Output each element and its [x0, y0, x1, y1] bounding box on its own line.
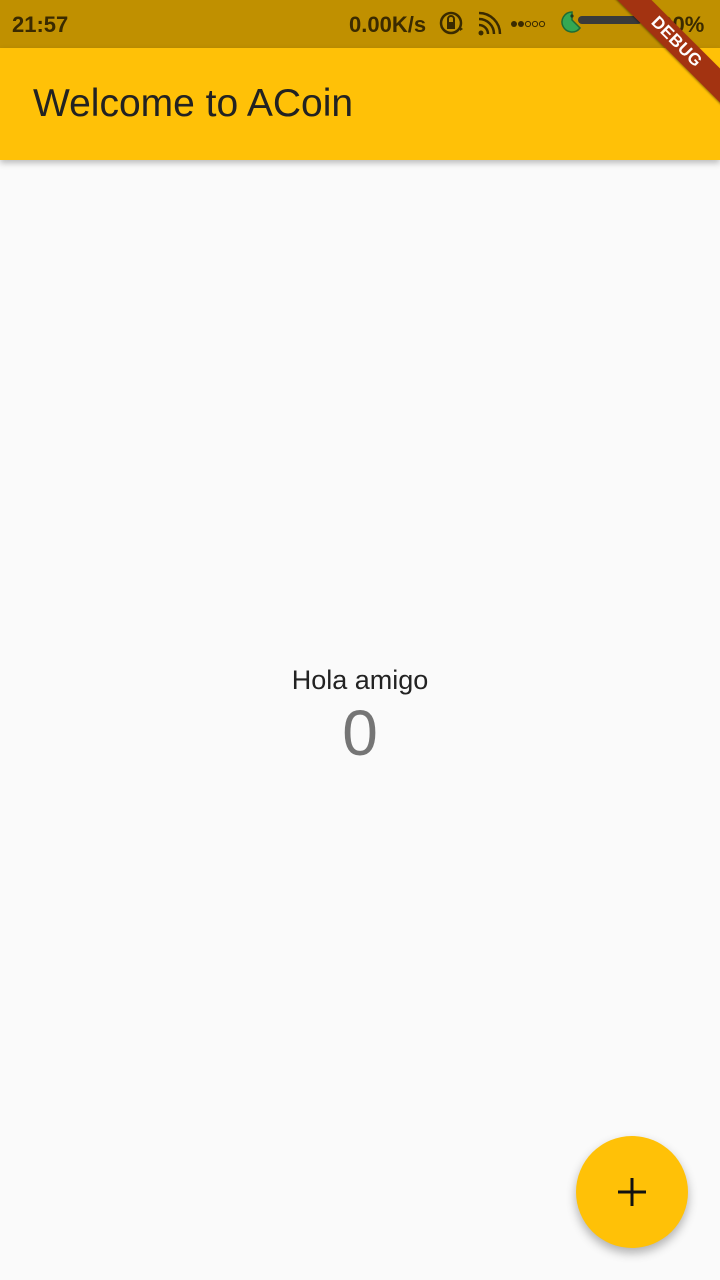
add-button[interactable] [576, 1136, 688, 1248]
network-speed: 0.00K/s [349, 12, 427, 37]
counter-value: 0 [342, 697, 378, 769]
greeting-text: Hola amigo [291, 665, 429, 695]
battery-icon [561, 11, 642, 33]
status-bar: 21:57 0.00K/s 100% [0, 0, 720, 48]
status-time: 21:57 [12, 12, 69, 37]
page-title: Welcome to ACoin [33, 82, 354, 125]
cast-icon [478, 11, 502, 36]
battery-percentage: 100% [648, 12, 705, 37]
signal-strength-icon [511, 20, 546, 28]
lock-rotate-icon [439, 11, 463, 35]
app-bar: Welcome to ACoin [0, 48, 720, 160]
main-content: Hola amigo 0 [0, 662, 720, 768]
plus-icon [618, 1178, 646, 1206]
